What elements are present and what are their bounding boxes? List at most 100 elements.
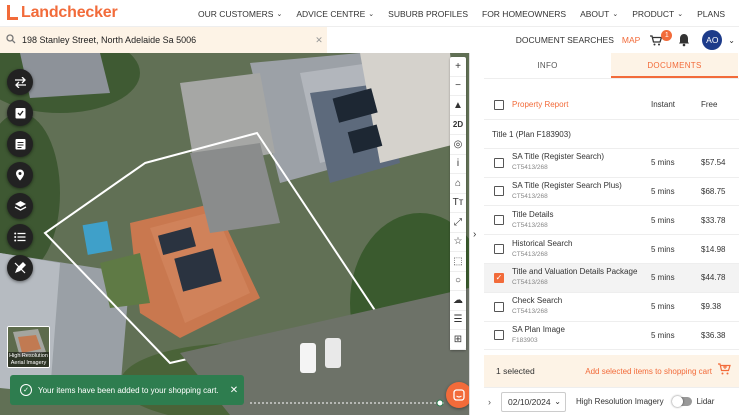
search-icon [0, 33, 22, 47]
document-row[interactable]: Historical Search CT5413/268 5 mins $14.98 [484, 235, 739, 264]
shopping-cart-button[interactable]: 1 [648, 30, 673, 49]
info-icon[interactable]: i [450, 155, 466, 174]
account-menu-chevron-icon[interactable]: ⌄ [728, 36, 735, 45]
nav-item-about[interactable]: ABOUT ⌄ [580, 9, 618, 19]
checklist-tool-button[interactable] [7, 100, 33, 126]
property-report-checkbox[interactable] [494, 99, 504, 110]
nav-item-label: ADVICE CENTRE [296, 8, 366, 19]
text-tool-icon[interactable]: Tт [450, 194, 466, 213]
document-title: SA Title (Register Search Plus) [512, 180, 622, 190]
document-checkbox[interactable] [494, 186, 504, 197]
document-delivery-time: 5 mins [651, 158, 675, 168]
imagery-timeline[interactable] [250, 399, 445, 407]
zoom-out-icon[interactable]: − [450, 77, 466, 96]
zoom-in-icon[interactable]: + [450, 57, 466, 77]
document-checkbox[interactable] [494, 301, 504, 312]
search-input[interactable]: 198 Stanley Street, North Adelaide Sa 50… [22, 35, 311, 45]
chevron-down-icon: ⌄ [554, 397, 561, 406]
nav-item-label: ABOUT [580, 8, 610, 19]
cloud-icon[interactable]: ☁ [450, 291, 466, 311]
chevron-right-icon[interactable]: › [488, 397, 491, 407]
property-report-row[interactable]: Property Report Instant Free [484, 91, 739, 120]
user-avatar[interactable]: AO [702, 30, 723, 50]
compare-tool-button[interactable] [7, 69, 33, 95]
nav-item-advice-centre[interactable]: ADVICE CENTRE ⌄ [296, 9, 374, 19]
document-row[interactable]: Check Search CT5413/268 5 mins $9.38 [484, 293, 739, 322]
document-checkbox[interactable] [494, 157, 504, 168]
document-reference: CT5413/268 [512, 164, 548, 172]
address-search-box[interactable]: 198 Stanley Street, North Adelaide Sa 50… [0, 27, 327, 53]
street-view-icon[interactable]: ⌂ [450, 174, 466, 194]
property-report-name: Property Report [512, 99, 569, 109]
list-tool-button[interactable] [7, 224, 33, 250]
lidar-label: Lidar [696, 397, 715, 406]
chevron-right-icon: › [473, 229, 477, 240]
nav-item-plans[interactable]: PLANS [697, 9, 725, 19]
document-row[interactable]: Title Details CT5413/268 5 mins $33.78 [484, 206, 739, 236]
location-tool-button[interactable] [7, 162, 33, 188]
document-price: $33.78 [701, 215, 726, 225]
nav-item-product[interactable]: PRODUCT ⌄ [632, 9, 683, 19]
property-panel: INFO DOCUMENTS Property Report Instant Fr… [484, 53, 739, 415]
cart-footer: 1 selected Add selected items to shoppin… [484, 355, 739, 387]
imagery-date-select[interactable]: 02/10/2024 ⌄ [501, 391, 566, 412]
nav-item-our-customers[interactable]: OUR CUSTOMERS ⌄ [198, 9, 282, 19]
document-row[interactable]: SA Title (Register Search Plus) CT5413/26… [484, 178, 739, 207]
checklist-icon [15, 108, 25, 119]
document-checkbox[interactable] [494, 244, 504, 255]
document-reference: F183903 [512, 336, 538, 344]
report-tool-button[interactable] [7, 131, 33, 157]
add-to-cart-button[interactable]: Add selected items to shopping cart [585, 367, 712, 376]
document-delivery-time: 5 mins [651, 302, 675, 312]
filters-icon[interactable]: ☰ [450, 311, 466, 330]
circle-tool-icon[interactable]: ○ [450, 272, 466, 291]
swap-icon [14, 76, 26, 88]
chat-support-button[interactable] [446, 382, 469, 408]
chevron-down-icon: ⌄ [612, 10, 619, 18]
panel-collapse-handle[interactable]: › [469, 53, 484, 415]
document-searches-link[interactable]: DOCUMENT SEARCHES [516, 35, 614, 45]
image-icon[interactable]: ⊞ [450, 330, 466, 350]
nav-item-for-homeowners[interactable]: FOR HOMEOWNERS [482, 9, 566, 19]
document-name: SA Title (Register Search Plus) CT5413/26… [512, 181, 651, 202]
toast-message: Your items have been added to your shopp… [38, 385, 219, 395]
document-row[interactable]: SA Plan Image F183903 5 mins $36.38 [484, 322, 739, 351]
chevron-down-icon: ⌄ [368, 10, 375, 18]
document-checkbox[interactable] [494, 330, 504, 341]
property-report-time: Instant [651, 100, 676, 110]
layers-tool-button[interactable] [7, 193, 33, 219]
toast-close-icon[interactable]: ✕ [224, 385, 244, 396]
logo-mark-icon [5, 4, 19, 22]
map-link[interactable]: MAP [622, 35, 640, 45]
top-nav: Landchecker OUR CUSTOMERS ⌄ ADVICE CENTRE ⌄… [0, 0, 739, 27]
measure-tool-button[interactable] [7, 255, 33, 281]
notifications-bell-icon[interactable] [676, 32, 692, 48]
imagery-toggle-thumbnail[interactable]: High Resolution Aerial Imagery [7, 326, 50, 368]
pencil-ruler-icon [14, 262, 26, 274]
document-row[interactable]: SA Title (Register Search) CT5413/268 5 mi… [484, 149, 739, 178]
document-delivery-time: 5 mins [651, 244, 675, 254]
document-checkbox[interactable]: ✓ [494, 272, 504, 283]
favourite-icon[interactable]: ☆ [450, 233, 466, 252]
expand-icon[interactable]: ⤢ [450, 213, 466, 233]
document-checkbox[interactable] [494, 215, 504, 226]
map-view[interactable]: + − ▲ 2D ◎ i ⌂ Tт ⤢ ☆ ⬚ ○ ☁ ☰ ⊞ High Resolution Aerial… [0, 53, 469, 415]
add-cart-icon[interactable] [718, 362, 731, 380]
tab-documents[interactable]: DOCUMENTS [611, 53, 738, 78]
locate-icon[interactable]: ◎ [450, 135, 466, 155]
compass-icon[interactable]: ▲ [450, 96, 466, 116]
document-price: $44.78 [701, 273, 726, 283]
area-select-icon[interactable]: ⬚ [450, 252, 466, 272]
map-pin-icon [16, 169, 24, 181]
document-row[interactable]: ✓ Title and Valuation Details Package CT54… [484, 263, 739, 293]
document-delivery-time: 5 mins [651, 215, 675, 225]
tab-info[interactable]: INFO [484, 53, 611, 78]
clear-search-icon[interactable]: ✕ [311, 35, 327, 46]
nav-item-suburb-profiles[interactable]: SUBURB PROFILES [388, 9, 468, 19]
lidar-toggle[interactable] [671, 396, 692, 407]
layers-icon [14, 201, 26, 211]
logo-text: Landchecker [21, 4, 118, 21]
map-right-toolbar: + − ▲ 2D ◎ i ⌂ Tт ⤢ ☆ ⬚ ○ ☁ ☰ ⊞ [450, 57, 466, 350]
2d-toggle-button[interactable]: 2D [450, 116, 466, 135]
landchecker-logo[interactable]: Landchecker [5, 3, 118, 23]
